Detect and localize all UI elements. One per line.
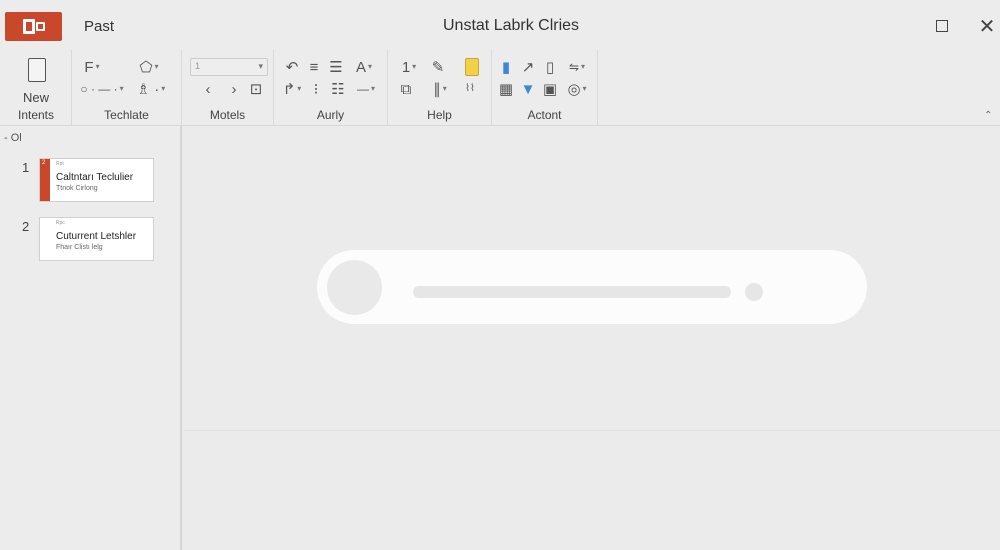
font-color-icon[interactable]: A ▾	[348, 57, 380, 77]
ribbon: New Intents F ▾ ⬠ ▾ ○ · — · ▾ ♗ · ▾ Techlate…	[0, 50, 1000, 126]
text-direction-icon[interactable]: ↱ ▾	[280, 79, 304, 99]
ribbon-group-new: New Intents	[0, 50, 72, 126]
avatar-placeholder	[327, 260, 382, 315]
pencil-icon[interactable]: ✎	[428, 57, 448, 77]
outline-icon[interactable]: ○ · — · ▾	[76, 79, 128, 99]
table-icon[interactable]: ▦	[496, 79, 516, 99]
spacing-icon[interactable]: — ▾	[352, 79, 380, 99]
copy-icon[interactable]: ⧉	[396, 79, 416, 99]
share-icon[interactable]: ⇋ ▾	[562, 57, 592, 77]
slides-pane: - Ol 1 2 Rpt Caltntarı Teclulier Ttnok C…	[0, 126, 182, 550]
slide-thumbnail-1[interactable]: 2 Rpt Caltntarı Teclulier Ttnok Cirlong	[39, 158, 154, 202]
line-spacing-icon[interactable]: 1 ▾	[396, 57, 422, 77]
close-icon[interactable]: ✕	[975, 14, 999, 38]
slide-subtitle: Fhaır Clistı lelg	[56, 244, 103, 251]
draw-icon[interactable]: ∥ ▾	[426, 79, 454, 99]
font-select[interactable]: 1 ▾	[190, 58, 268, 76]
undo-icon[interactable]: ↶	[282, 57, 302, 77]
app-label: Past	[84, 18, 115, 35]
bullets-icon[interactable]: ⁝	[306, 79, 326, 99]
numbering-icon[interactable]: ☷	[328, 79, 348, 99]
file-blue-icon[interactable]: ▮	[496, 57, 516, 77]
group-label-techlate: Techlate	[104, 108, 149, 122]
window-title: Unstat Labrk Clries	[443, 17, 580, 34]
title-bar: Past Unstat Labrk Clries ✕	[0, 0, 1000, 50]
format-painter-icon[interactable]: F ▾	[78, 57, 106, 77]
document-icon[interactable]: ▯	[540, 57, 560, 77]
filter-icon[interactable]: ▼	[518, 79, 538, 99]
align-justify-icon[interactable]: ☰	[326, 57, 346, 77]
ribbon-group-techlate: F ▾ ⬠ ▾ ○ · — · ▾ ♗ · ▾ Techlate	[72, 50, 182, 126]
slide-title: Caltntarı Teclulier	[56, 172, 134, 183]
highlight-note-icon[interactable]	[462, 57, 482, 77]
group-label-aurly: Aurly	[316, 108, 345, 122]
group-label-actont: Actont	[527, 108, 562, 122]
slide-subtitle: Ttnok Cirlong	[56, 185, 98, 192]
new-document-icon	[28, 58, 46, 82]
slide-number: 2	[22, 219, 30, 234]
slide-active-marker: 2	[40, 159, 50, 201]
ribbon-group-aurly: ↶ ≡ ☰ A ▾ ↱ ▾ ⁝ ☷ — ▾ Aurly	[274, 50, 388, 126]
progress-dot	[745, 283, 763, 301]
group-label-motels: Motels	[209, 108, 246, 122]
image-icon[interactable]: ▣	[540, 79, 560, 99]
new-intents-button[interactable]: New Intents	[10, 54, 62, 122]
slide-title: Cuturrent Letshler	[56, 231, 137, 242]
slide-number: 1	[22, 160, 30, 175]
group-label-help: Help	[427, 108, 452, 122]
new-button-sublabel: Intents	[17, 108, 55, 122]
slide-tiny-label: Rpt	[56, 161, 64, 167]
arrow-left-icon[interactable]: ‹	[198, 79, 218, 99]
new-button-label: New	[22, 90, 49, 105]
slide-canvas[interactable]	[184, 126, 1000, 550]
ribbon-group-help: 1 ▾ ✎ ⧉ ∥ ▾ ⌇⌇ Help	[388, 50, 492, 126]
ribbon-group-actont: ▮ ↗ ▯ ⇋ ▾ ▦ ▼ ▣ ◎ ▾ Actont	[492, 50, 598, 126]
slide-thumbnail-2[interactable]: Rpc Cuturrent Letshler Fhaır Clistı lelg	[39, 217, 154, 261]
app-logo-icon[interactable]	[5, 12, 62, 41]
shapes-icon[interactable]: ⬠ ▾	[132, 57, 166, 77]
layout-icon[interactable]: ⊡	[246, 79, 266, 99]
align-center-icon[interactable]: ≡	[304, 57, 324, 77]
ribbon-group-motels: 1 ▾ ‹ › ⊡ Motels	[182, 50, 274, 126]
link-icon[interactable]: ↗	[518, 57, 538, 77]
notes-divider[interactable]	[184, 430, 1000, 431]
loading-placeholder	[317, 250, 867, 324]
settings-icon[interactable]: ◎ ▾	[562, 79, 592, 99]
wrap-text-icon[interactable]: ⌇⌇	[460, 79, 480, 99]
section-toggle[interactable]: - Ol	[4, 132, 22, 144]
fill-icon[interactable]: ♗ · ▾	[130, 79, 172, 99]
slide-tiny-label: Rpc	[56, 220, 65, 226]
progress-track	[413, 286, 731, 298]
collapse-ribbon-icon[interactable]: ⌃	[984, 110, 992, 121]
arrow-right-icon[interactable]: ›	[224, 79, 244, 99]
maximize-icon[interactable]	[930, 14, 954, 38]
